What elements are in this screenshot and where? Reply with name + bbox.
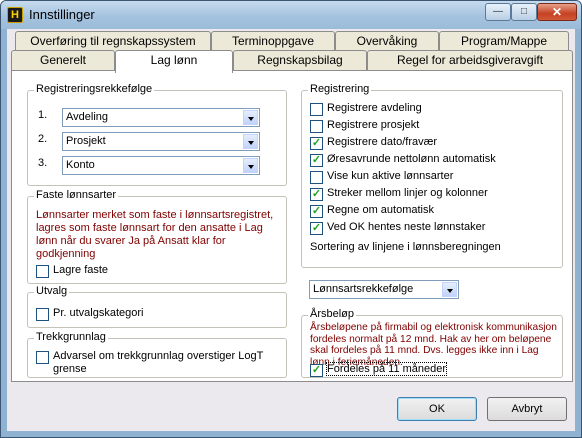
tab-regnskapsbilag[interactable]: Regnskapsbilag xyxy=(233,50,367,70)
checkbox-label: Fordeles på 11 måneder xyxy=(325,362,448,376)
check-icon[interactable]: ✓ xyxy=(310,188,323,201)
order-number: 1. xyxy=(38,109,48,121)
checkbox-label: Lagre faste xyxy=(53,264,109,276)
fordeles-11-checkbox[interactable]: ✓ Fordeles på 11 måneder xyxy=(310,362,470,377)
check-icon[interactable]: ✓ xyxy=(310,222,323,235)
trekkgrunnlag-checkbox[interactable]: Advarsel om trekkgrunnlag overstiger Log… xyxy=(36,350,276,377)
arsbelop-note: Årsbeløpene på firmabil og elektronisk k… xyxy=(310,322,557,368)
group-legend: Faste lønnsarter xyxy=(34,189,119,201)
checkbox-label: Registrere dato/fravær xyxy=(327,136,438,148)
tab-generelt[interactable]: Generelt xyxy=(11,50,115,70)
app-icon: H xyxy=(7,7,23,23)
check-icon[interactable]: ✓ xyxy=(310,154,323,167)
ok-button[interactable]: OK xyxy=(397,397,477,421)
registrere-prosjekt-checkbox[interactable]: Registrere prosjekt xyxy=(310,119,550,133)
lag-lonn-panel: Registreringsrekkefølge 1. Avdeling 2. P… xyxy=(11,70,573,382)
close-icon[interactable]: ✕ xyxy=(537,3,577,21)
checkbox-label-cont: grense xyxy=(53,363,87,375)
chevron-down-icon[interactable] xyxy=(243,134,258,149)
select-value: Avdeling xyxy=(66,111,108,123)
checkbox-box[interactable] xyxy=(310,120,323,133)
order-select-1[interactable]: Avdeling xyxy=(62,108,260,127)
chevron-down-icon[interactable] xyxy=(243,110,258,125)
registrering-group: Registrering Registrere avdeling Registr… xyxy=(301,83,563,268)
faste-lonnsarter-note: Lønnsarter merket som faste i lønnsartsr… xyxy=(36,209,274,260)
group-legend: Årsbeløp xyxy=(308,308,357,320)
minimize-icon[interactable]: — xyxy=(485,3,511,21)
check-icon[interactable]: ✓ xyxy=(310,205,323,218)
checkbox-label: Regne om automatisk xyxy=(327,204,434,216)
registrere-dato-fravaer-checkbox[interactable]: ✓ Registrere dato/fravær xyxy=(310,136,550,150)
regne-om-checkbox[interactable]: ✓ Regne om automatisk xyxy=(310,204,550,218)
aktive-lonnsarter-checkbox[interactable]: Vise kun aktive lønnsarter xyxy=(310,170,550,184)
window-title: Innstillinger xyxy=(29,7,95,22)
lagre-faste-checkbox[interactable]: Lagre faste xyxy=(36,264,156,278)
settings-window: H Innstillinger — □ ✕ Overføring til reg… xyxy=(0,0,582,438)
oresavrunde-checkbox[interactable]: ✓ Øresavrunde nettolønn automatisk xyxy=(310,153,550,167)
checkbox-label: Øresavrunde nettolønn automatisk xyxy=(327,153,496,165)
checkbox-label: Registrere prosjekt xyxy=(327,119,420,131)
faste-lonnsarter-group: Faste lønnsarter Lønnsarter merket som f… xyxy=(27,189,287,284)
check-icon[interactable]: ✓ xyxy=(310,137,323,150)
arsbelop-group: Årsbeløp Årsbeløpene på firmabil og elek… xyxy=(301,308,563,378)
tab-regel-arbeidsgiveravgift[interactable]: Regel for arbeidsgiveravgift xyxy=(367,50,573,70)
title-bar[interactable]: H Innstillinger — □ ✕ xyxy=(1,1,581,29)
group-legend: Trekkgrunnlag xyxy=(34,331,108,343)
utvalg-group: Utvalg Pr. utvalgskategori xyxy=(27,285,287,328)
select-value: Konto xyxy=(66,159,95,171)
check-icon[interactable]: ✓ xyxy=(310,364,323,377)
order-number: 2. xyxy=(38,133,48,145)
checkbox-label: Registrere avdeling xyxy=(327,102,422,114)
tab-overvaking[interactable]: Overvåking xyxy=(335,31,439,51)
dialog-client-area: Overføring til regnskapssystem Terminopp… xyxy=(7,29,575,431)
neste-lonnstaker-checkbox[interactable]: ✓ Ved OK hentes neste lønnstaker xyxy=(310,221,550,235)
tab-terminoppgave[interactable]: Terminoppgave xyxy=(211,31,335,51)
order-select-3[interactable]: Konto xyxy=(62,156,260,175)
trekkgrunnlag-group: Trekkgrunnlag Advarsel om trekkgrunnlag … xyxy=(27,331,287,378)
checkbox-box[interactable] xyxy=(36,308,49,321)
registreringsrekkefolge-group: Registreringsrekkefølge 1. Avdeling 2. P… xyxy=(27,83,287,186)
utvalgskategori-checkbox[interactable]: Pr. utvalgskategori xyxy=(36,307,186,321)
select-value: Lønnsartsrekkefølge xyxy=(313,283,414,295)
cancel-button[interactable]: Avbryt xyxy=(487,397,567,421)
checkbox-label: Vise kun aktive lønnsarter xyxy=(327,170,454,182)
group-legend: Utvalg xyxy=(34,285,70,297)
registrere-avdeling-checkbox[interactable]: Registrere avdeling xyxy=(310,102,550,116)
group-legend: Registrering xyxy=(308,83,372,95)
chevron-down-icon[interactable] xyxy=(442,282,457,297)
order-select-2[interactable]: Prosjekt xyxy=(62,132,260,151)
checkbox-box[interactable] xyxy=(36,351,49,364)
checkbox-box[interactable] xyxy=(310,171,323,184)
group-legend: Registreringsrekkefølge xyxy=(34,83,155,95)
maximize-icon[interactable]: □ xyxy=(511,3,537,21)
checkbox-label: Pr. utvalgskategori xyxy=(53,307,144,319)
tab-program-mappe[interactable]: Program/Mappe xyxy=(439,31,569,51)
select-value: Prosjekt xyxy=(66,135,106,147)
order-number: 3. xyxy=(38,157,48,169)
checkbox-label: Advarsel om trekkgrunnlag overstiger Log… xyxy=(53,350,264,362)
tab-overforing[interactable]: Overføring til regnskapssystem xyxy=(15,31,211,51)
sortering-label: Sortering av linjene i lønnsberegningen xyxy=(310,241,501,253)
checkbox-label: Streker mellom linjer og kolonner xyxy=(327,187,488,199)
sortering-select[interactable]: Lønnsartsrekkefølge xyxy=(309,280,459,299)
checkbox-label: Ved OK hentes neste lønnstaker xyxy=(327,221,486,233)
chevron-down-icon[interactable] xyxy=(243,158,258,173)
checkbox-box[interactable] xyxy=(36,265,49,278)
tab-lag-lonn[interactable]: Lag lønn xyxy=(115,50,233,73)
checkbox-box[interactable] xyxy=(310,103,323,116)
streker-checkbox[interactable]: ✓ Streker mellom linjer og kolonner xyxy=(310,187,550,201)
